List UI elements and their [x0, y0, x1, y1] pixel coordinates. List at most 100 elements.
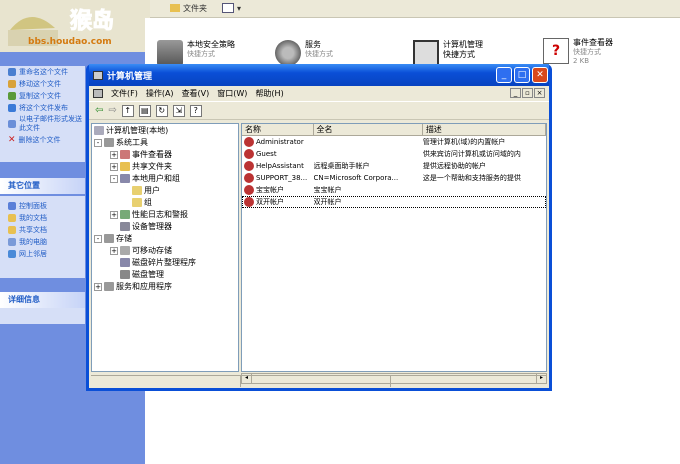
column-header-fullname[interactable]: 全名 [314, 124, 423, 135]
details-header[interactable]: 详细信息 [0, 292, 85, 308]
logo-url: bbs.houdao.com [28, 37, 112, 47]
disk-icon [120, 270, 130, 279]
close-button[interactable]: ✕ [532, 67, 548, 83]
place-shared-documents[interactable]: 共享文档 [0, 224, 85, 236]
tree-item-disk-management[interactable]: 磁盘管理 [120, 269, 164, 280]
mdi-restore-button[interactable]: ▫ [522, 88, 533, 98]
file-tasks-panel: 重命名这个文件 移动这个文件 复制这个文件 将这个文件发布 以电子邮件形式发送此… [0, 66, 85, 162]
my-computer-icon [8, 238, 16, 246]
tree-item-local-users[interactable]: - 本地用户和组 [110, 173, 180, 184]
list-header: 名称 全名 描述 [242, 124, 546, 136]
minimize-button[interactable]: _ [496, 67, 512, 83]
tree-item-defrag[interactable]: 磁盘碎片整理程序 [120, 257, 196, 268]
other-places-panel: 控制面板 我的文档 共享文档 我的电脑 网上邻居 [0, 196, 85, 278]
window-title: 计算机管理 [107, 71, 153, 82]
defrag-icon [120, 258, 130, 267]
storage-icon [104, 234, 114, 243]
task-copy[interactable]: 复制这个文件 [0, 90, 85, 102]
file-item[interactable]: 服务 快捷方式 [275, 40, 333, 66]
list-item[interactable]: Administrator 管理计算机(域)的内置帐户 [242, 136, 546, 148]
status-pane [91, 376, 241, 387]
task-email[interactable]: 以电子邮件形式发送此文件 [0, 114, 85, 134]
expand-toggle[interactable]: + [110, 210, 118, 219]
file-item[interactable]: 计算机管理 快捷方式 [413, 40, 483, 66]
publish-icon [8, 104, 16, 112]
network-icon [8, 250, 16, 258]
task-move[interactable]: 移动这个文件 [0, 78, 85, 90]
tools-icon [104, 138, 114, 147]
tree-item-shared-folders[interactable]: + 共享文件夹 [110, 161, 172, 172]
tree-item-groups[interactable]: 组 [132, 197, 152, 208]
task-rename[interactable]: 重命名这个文件 [0, 66, 85, 78]
copy-icon [8, 92, 16, 100]
place-my-computer[interactable]: 我的电脑 [0, 236, 85, 248]
views-button[interactable]: ▾ [222, 1, 241, 15]
tree-item-device-manager[interactable]: 设备管理器 [120, 221, 172, 232]
services-icon [275, 40, 301, 66]
expand-toggle[interactable]: + [110, 162, 118, 171]
expand-toggle[interactable]: + [110, 246, 118, 255]
views-icon [222, 3, 234, 13]
status-bar [91, 375, 547, 387]
list-item[interactable]: SUPPORT_38... CN=Microsoft Corpora... 这是一个… [242, 172, 546, 184]
export-list-icon[interactable]: ⇲ [172, 104, 185, 117]
place-control-panel[interactable]: 控制面板 [0, 200, 85, 212]
window-titlebar[interactable]: 计算机管理 [89, 64, 549, 86]
folder-icon [132, 198, 142, 207]
details-panel [0, 308, 85, 324]
task-delete[interactable]: ✕ 删除这个文件 [0, 134, 85, 146]
collapse-toggle[interactable]: - [94, 234, 102, 243]
tree-item-event-viewer[interactable]: + 事件查看器 [110, 149, 172, 160]
column-header-name[interactable]: 名称 [242, 124, 314, 135]
mdi-minimize-button[interactable]: _ [510, 88, 521, 98]
menu-window[interactable]: 窗口(W) [217, 88, 247, 99]
control-panel-icon [8, 202, 16, 210]
list-item[interactable]: HelpAssistant 远程桌面助手帐户 提供远程协助的帐户 [242, 160, 546, 172]
place-my-documents[interactable]: 我的文档 [0, 212, 85, 224]
list-item[interactable]: 宝宝帐户 宝宝帐户 [242, 184, 546, 196]
menu-view[interactable]: 查看(V) [182, 88, 210, 99]
tree-item-services-apps[interactable]: + 服务和应用程序 [94, 281, 172, 292]
tree-item-users[interactable]: 用户 [132, 185, 160, 196]
user-icon [244, 197, 254, 207]
folder-icon [132, 186, 142, 195]
mdi-close-button[interactable]: × [534, 88, 545, 98]
refresh-icon[interactable]: ↻ [155, 104, 168, 117]
tree-item-perf-logs[interactable]: + 性能日志和警报 [110, 209, 188, 220]
menu-help[interactable]: 帮助(H) [255, 88, 283, 99]
move-icon [8, 80, 16, 88]
file-item[interactable]: 本地安全策略 快捷方式 [157, 40, 235, 66]
removable-storage-icon [120, 246, 130, 255]
file-item[interactable]: ? 事件查看器 快捷方式 2 KB [543, 38, 613, 66]
list-item[interactable]: Guest 供来宾访问计算机或访问域的内 [242, 148, 546, 160]
menu-action[interactable]: 操作(A) [146, 88, 174, 99]
services-icon [104, 282, 114, 291]
shared-documents-icon [8, 226, 16, 234]
up-level-icon[interactable]: ↑ [121, 104, 134, 117]
back-arrow-icon[interactable]: ⇦ [95, 105, 103, 116]
menu-file[interactable]: 文件(F) [111, 88, 138, 99]
folders-button[interactable]: 文件夹 [170, 1, 207, 15]
column-header-description[interactable]: 描述 [423, 124, 546, 135]
collapse-toggle[interactable]: - [110, 174, 118, 183]
computer-management-window: 计算机管理 _ □ ✕ 文件(F) 操作(A) 查看(V) 窗口(W) 帮助(H… [86, 64, 552, 391]
other-places-header[interactable]: 其它位置 [0, 178, 85, 194]
app-icon [93, 89, 103, 98]
tree-item-removable-storage[interactable]: + 可移动存储 [110, 245, 172, 256]
email-icon [8, 120, 16, 128]
show-tree-icon[interactable]: ▤ [138, 104, 151, 117]
collapse-toggle[interactable]: - [94, 138, 102, 147]
user-icon [244, 149, 254, 159]
tree-item-system-tools[interactable]: - 系统工具 [94, 137, 148, 148]
task-publish[interactable]: 将这个文件发布 [0, 102, 85, 114]
tree-item-storage[interactable]: - 存储 [94, 233, 132, 244]
tree-item-root[interactable]: 计算机管理(本地) [94, 125, 168, 136]
users-icon [120, 174, 130, 183]
expand-toggle[interactable]: + [94, 282, 102, 291]
help-icon[interactable]: ? [189, 104, 202, 117]
expand-toggle[interactable]: + [110, 150, 118, 159]
list-item[interactable]: 双开帐户 双开帐户 [242, 196, 546, 208]
forward-arrow-icon[interactable]: ⇨ [108, 105, 116, 116]
maximize-button[interactable]: □ [514, 67, 530, 83]
place-network[interactable]: 网上邻居 [0, 248, 85, 260]
